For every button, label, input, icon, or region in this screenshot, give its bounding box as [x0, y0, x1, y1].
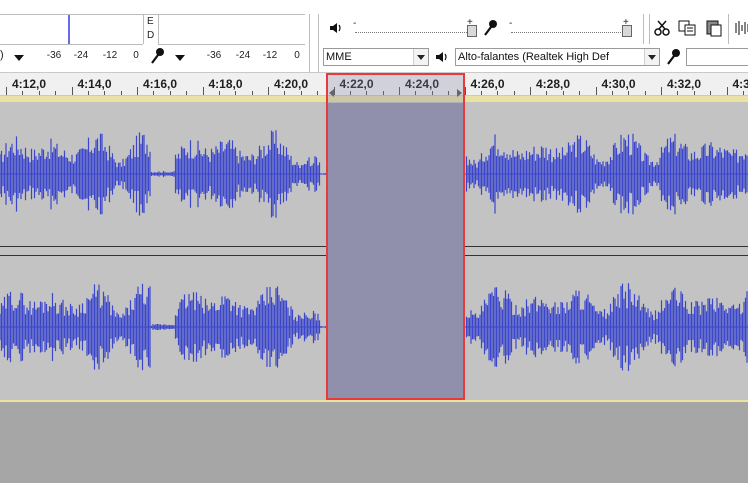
ruler-time-label: 4:20,0	[274, 77, 309, 91]
microphone-icon	[481, 18, 501, 38]
ruler-time-label: 4:18,0	[208, 77, 243, 91]
selected-region[interactable]	[326, 73, 465, 400]
ruler-tick	[513, 91, 515, 95]
record-meter-top[interactable]	[158, 14, 305, 45]
ruler-time-label: 4:14,0	[77, 77, 112, 91]
playback-volume-thumb[interactable]	[467, 25, 477, 37]
ruler-tick	[595, 87, 597, 95]
ruler-tick	[497, 91, 499, 95]
ruler-time-label: 4:16,0	[143, 77, 178, 91]
ruler-time-label: 4:30,0	[601, 77, 636, 91]
ruler-tick	[611, 91, 613, 95]
ruler-tick	[562, 91, 564, 95]
ruler-tick	[251, 91, 253, 95]
ruler-tick	[55, 91, 57, 95]
ruler-tick	[153, 91, 155, 95]
record-meter-tick: -36	[206, 50, 222, 61]
ruler-tick	[628, 91, 630, 95]
ruler-tick	[284, 91, 286, 95]
playback-meter[interactable]	[0, 14, 143, 45]
ruler-tick	[38, 91, 40, 95]
ruler-tick	[6, 87, 7, 95]
ruler-time-label: 4:26,0	[470, 77, 505, 91]
speaker-icon	[432, 47, 452, 67]
ruler-time-label: 4:12,0	[12, 77, 47, 91]
toolbar: E D ) -36 -24 -12 0 -36 -24 -12 0 - + - …	[0, 0, 748, 73]
cut-icon[interactable]	[652, 18, 672, 38]
playback-volume-slider[interactable]: - +	[350, 17, 478, 40]
ruler-tick	[87, 91, 89, 95]
ruler-time-label: 4:28,0	[536, 77, 571, 91]
audio-host-select[interactable]: MME	[323, 48, 429, 66]
record-meter-dropdown[interactable]	[175, 55, 185, 61]
ruler-tick	[693, 91, 695, 95]
record-volume-thumb[interactable]	[622, 25, 632, 37]
meter-tick: -12	[102, 50, 118, 61]
record-meter-tick: -24	[235, 50, 251, 61]
ruler-tick	[120, 91, 122, 95]
ruler-tick	[235, 91, 237, 95]
ruler-tick	[218, 91, 220, 95]
ruler-tick	[644, 91, 646, 95]
microphone-icon[interactable]	[148, 46, 168, 66]
microphone-icon	[664, 47, 684, 67]
meter-peak-marker	[68, 14, 70, 44]
ruler-tick	[22, 91, 24, 95]
ruler-tick	[104, 91, 106, 95]
ruler-tick	[317, 91, 319, 95]
meter-tick: -24	[73, 50, 89, 61]
ruler-tick	[661, 87, 662, 95]
input-device-select[interactable]	[686, 48, 748, 66]
selection-start-marker[interactable]	[329, 89, 334, 97]
record-volume-slider[interactable]: - +	[506, 17, 636, 40]
record-meter-tick: 0	[294, 50, 300, 61]
channel-label-left: E	[147, 16, 154, 27]
ruler-tick	[480, 91, 482, 95]
ruler-tick	[71, 87, 73, 95]
channel-labels: E D	[143, 14, 159, 44]
ruler-tick	[300, 91, 302, 95]
trim-audio-icon[interactable]	[732, 18, 748, 38]
ruler-tick	[742, 91, 744, 95]
record-meter-tick: -12	[262, 50, 278, 61]
ruler-tick	[530, 87, 531, 95]
paste-icon[interactable]	[704, 18, 724, 38]
output-device-select[interactable]: Alto-falantes (Realtek High Def	[455, 48, 660, 66]
chevron-down-icon	[644, 49, 659, 65]
meter-tick: -36	[46, 50, 62, 61]
ruler-tick	[137, 87, 138, 95]
ruler-tick	[710, 91, 712, 95]
speaker-icon	[326, 18, 346, 38]
channel-label-right: D	[147, 30, 155, 41]
ruler-tick	[169, 91, 171, 95]
empty-track-area[interactable]	[0, 402, 748, 483]
ruler-tick	[726, 87, 728, 95]
meter-tick: 0	[133, 50, 139, 61]
ruler-time-label: 4:3	[732, 77, 748, 91]
ruler-tick	[186, 91, 188, 95]
playback-meter-dropdown[interactable]	[14, 55, 24, 61]
copy-icon[interactable]	[678, 18, 698, 38]
chevron-down-icon	[413, 49, 428, 65]
ruler-tick	[677, 91, 679, 95]
ruler-tick	[268, 87, 269, 95]
ruler-tick	[546, 91, 548, 95]
ruler-tick	[202, 87, 204, 95]
ruler-time-label: 4:32,0	[667, 77, 702, 91]
selection-end-marker[interactable]	[457, 89, 462, 97]
ruler-tick	[579, 91, 581, 95]
